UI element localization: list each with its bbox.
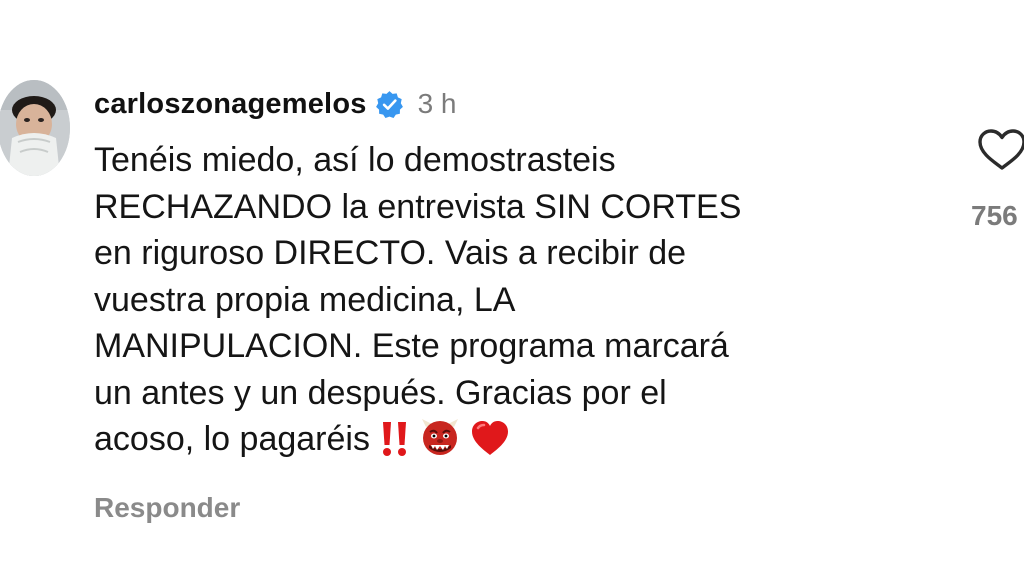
username-link[interactable]: carloszonagemelos	[94, 88, 367, 121]
comment-text-line: en riguroso DIRECTO. Vais a recibir de	[94, 234, 687, 272]
double-exclamation-emoji	[380, 421, 410, 457]
comment-text-line: un antes y un después. Gracias por el	[94, 373, 667, 412]
comment-text-line: vuestra propia medicina, LA	[94, 280, 516, 319]
like-button[interactable]	[976, 128, 1024, 172]
verified-badge-icon	[375, 90, 404, 119]
red-heart-emoji	[470, 419, 510, 457]
heart-outline-icon	[978, 129, 1024, 170]
avatar[interactable]	[0, 80, 70, 176]
comment-text-last-line: acoso, lo pagaréis	[94, 416, 894, 463]
comment-item: carloszonagemelos 3 h Tenéis miedo, así …	[0, 0, 1024, 576]
reply-button[interactable]: Responder	[94, 492, 240, 524]
comment-header: carloszonagemelos 3 h	[94, 84, 457, 124]
timestamp: 3 h	[417, 88, 457, 119]
comment-text-line: RECHAZANDO la entrevista SIN CORTES	[94, 187, 742, 226]
comment-text: Tenéis miedo, así lo demostrasteis RECHA…	[94, 137, 894, 463]
comment-text-line: acoso, lo pagaréis	[94, 420, 370, 458]
ogre-emoji	[420, 417, 460, 457]
like-count: 756	[971, 200, 1018, 231]
comment-text-line: MANIPULACION. Este programa marcará	[94, 327, 729, 365]
comment-text-line: Tenéis miedo, así lo demostrasteis	[94, 141, 616, 179]
